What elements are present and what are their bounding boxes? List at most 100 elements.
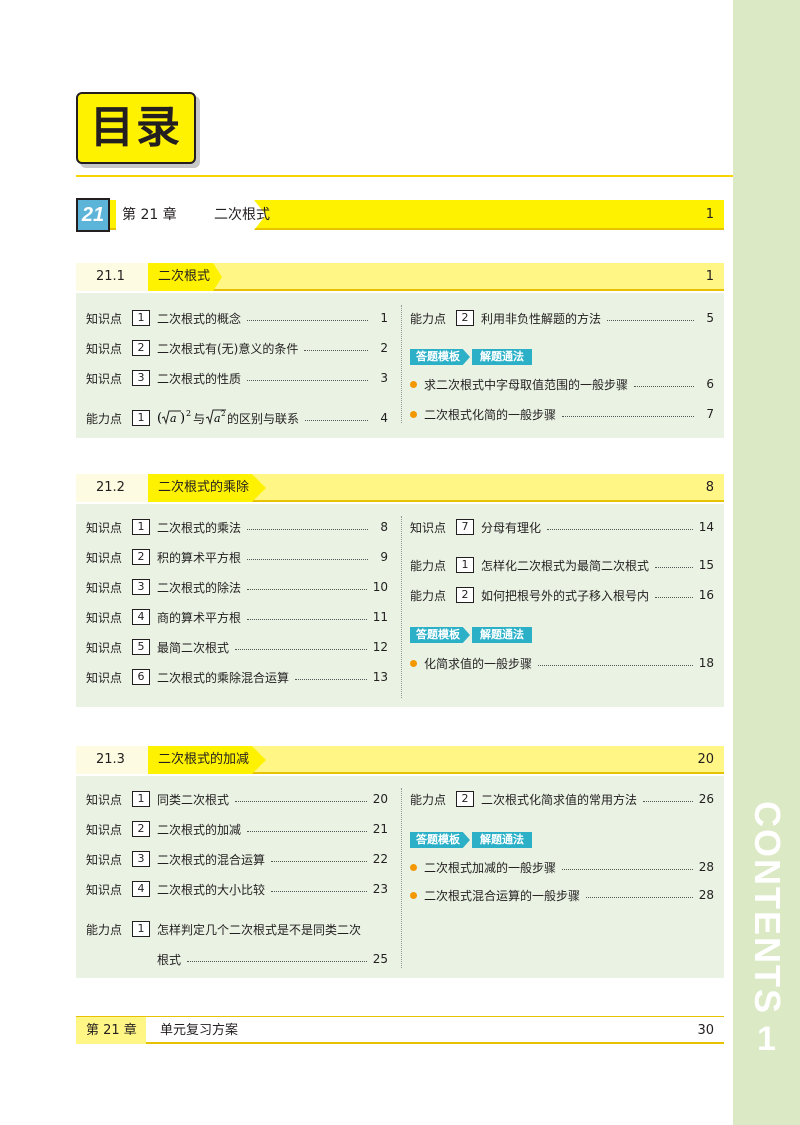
entry-title: 分母有理化: [481, 520, 542, 535]
template-tag: 答题模板 解题通法: [410, 627, 532, 643]
template-tag-b: 解题通法: [472, 627, 532, 643]
leader-dots: [247, 379, 368, 381]
entry-kind: 知识点: [86, 610, 123, 625]
toc-entry[interactable]: 知识点 1 二次根式的概念 1: [86, 309, 388, 327]
toc-entry[interactable]: 知识点 1 同类二次根式 20: [86, 790, 388, 808]
toc-entry[interactable]: 知识点 3 二次根式的除法 10: [86, 578, 388, 596]
toc-entry[interactable]: 知识点 5 最简二次根式 12: [86, 638, 388, 656]
entry-page: 10: [372, 580, 388, 594]
leader-dots: [247, 319, 368, 321]
entry-page: 4: [380, 411, 388, 425]
toc-bullet-entry[interactable]: 二次根式化简的一般步骤 7: [406, 405, 714, 423]
entry-page: 28: [698, 860, 714, 874]
entry-kind: 能力点: [410, 588, 447, 603]
toc-entry[interactable]: 能力点 1 怎样化二次根式为最简二次根式 15: [410, 556, 714, 574]
entry-title: 二次根式化简的一般步骤: [424, 407, 557, 422]
section-body-21-3: 知识点 1 同类二次根式 20 知识点 2 二次根式的加减 21 知识点 3 二…: [76, 776, 724, 978]
leader-dots: [655, 566, 693, 568]
toc-entry[interactable]: 能力点 2 利用非负性解题的方法 5: [410, 309, 714, 327]
toc-entry-continuation[interactable]: 根式 25: [157, 950, 388, 968]
unit-review-page: 30: [697, 1023, 714, 1038]
section-heading-21-1[interactable]: 21.1 二次根式 1: [76, 263, 724, 291]
bullet-icon: [410, 891, 417, 899]
toc-entry[interactable]: 知识点 2 二次根式有(无)意义的条件 2: [86, 339, 388, 357]
chapter-number-badge: 21: [76, 198, 110, 232]
entry-title: 同类二次根式: [157, 792, 230, 807]
leader-dots: [538, 664, 693, 666]
unit-review-name: 单元复习方案: [160, 1023, 239, 1038]
toc-entry[interactable]: 知识点 4 商的算术平方根 11: [86, 608, 388, 626]
sqrt-a-squared-formula: ( a ) 2: [157, 408, 193, 429]
entry-kind: 知识点: [86, 640, 123, 655]
leader-dots: [634, 385, 694, 387]
entry-page: 25: [372, 952, 388, 966]
entry-page: 14: [698, 520, 714, 534]
svg-text:a: a: [170, 412, 177, 425]
entry-kind: 知识点: [86, 852, 123, 867]
entry-page: 22: [372, 852, 388, 866]
entry-kind: 知识点: [86, 341, 123, 356]
toc-entry[interactable]: 知识点 2 二次根式的加减 21: [86, 820, 388, 838]
section-number: 21.2: [76, 474, 148, 502]
entry-kind: 能力点: [410, 792, 447, 807]
entry-number: 1: [456, 557, 474, 573]
svg-text:): ): [180, 411, 185, 426]
entry-number: 1: [132, 410, 150, 426]
leader-dots: [643, 800, 693, 802]
toc-entry[interactable]: 知识点 1 二次根式的乘法 8: [86, 518, 388, 536]
entry-kind: 知识点: [86, 882, 123, 897]
toc-entry[interactable]: 知识点 7 分母有理化 14: [410, 518, 714, 536]
entry-title: 利用非负性解题的方法: [481, 311, 602, 326]
toc-entry[interactable]: 知识点 4 二次根式的大小比较 23: [86, 880, 388, 898]
leader-dots: [247, 558, 368, 560]
entry-kind: 知识点: [86, 580, 123, 595]
leader-dots: [271, 860, 367, 862]
entry-number: 4: [132, 609, 150, 625]
toc-bullet-entry[interactable]: 二次根式混合运算的一般步骤 28: [406, 886, 714, 904]
chapter-heading[interactable]: 21 第 21 章 二次根式 1: [76, 198, 724, 232]
leader-dots: [295, 678, 367, 680]
toc-entry[interactable]: 知识点 3 二次根式的混合运算 22: [86, 850, 388, 868]
entry-title: 求二次根式中字母取值范围的一般步骤: [424, 377, 629, 392]
leader-dots: [607, 319, 694, 321]
entry-kind: 知识点: [86, 371, 123, 386]
entry-page: 6: [706, 377, 714, 391]
entry-title: 最简二次根式: [157, 640, 230, 655]
unit-review-entry[interactable]: 第 21 章 单元复习方案 30: [76, 1016, 724, 1044]
leader-dots: [235, 648, 367, 650]
entry-page: 3: [380, 371, 388, 385]
toc-bullet-entry[interactable]: 求二次根式中字母取值范围的一般步骤 6: [406, 375, 714, 393]
section-page: 8: [705, 480, 714, 495]
entry-page: 13: [372, 670, 388, 684]
toc-bullet-entry[interactable]: 二次根式加减的一般步骤 28: [406, 858, 714, 876]
leader-dots: [271, 890, 367, 892]
sqrt-a2-formula: a 2: [205, 408, 227, 429]
toc-entry[interactable]: 知识点 3 二次根式的性质 3: [86, 369, 388, 387]
entry-page: 18: [698, 656, 714, 670]
entry-page: 7: [706, 407, 714, 421]
entry-page: 15: [698, 558, 714, 572]
toc-entry[interactable]: 能力点 2 如何把根号外的式子移入根号内 16: [410, 586, 714, 604]
entry-kind: 能力点: [410, 311, 447, 326]
entry-title: 二次根式的乘除混合运算: [157, 670, 290, 685]
bullet-icon: [410, 863, 417, 871]
template-tag: 答题模板 解题通法: [410, 832, 532, 848]
template-tag-a: 答题模板: [410, 627, 470, 643]
toc-entry[interactable]: 能力点 2 二次根式化简求值的常用方法 26: [410, 790, 714, 808]
leader-dots: [547, 528, 693, 530]
toc-entry[interactable]: 能力点 1 ( a ) 2 与 a 2 的区别与联系 4: [86, 409, 388, 427]
toc-entry[interactable]: 能力点 1 怎样判定几个二次根式是不是同类二次: [86, 920, 388, 938]
leader-dots: [247, 588, 367, 590]
toc-entry[interactable]: 知识点 2 积的算术平方根 9: [86, 548, 388, 566]
bullet-icon: [410, 410, 417, 418]
entry-title: 与: [193, 411, 206, 426]
entry-title: 二次根式混合运算的一般步骤: [424, 888, 581, 903]
entry-kind: 知识点: [86, 550, 123, 565]
toc-bullet-entry[interactable]: 化简求值的一般步骤 18: [406, 654, 714, 672]
section-heading-21-3[interactable]: 21.3 二次根式的加减 20: [76, 746, 724, 774]
entry-kind: 知识点: [410, 520, 447, 535]
section-heading-21-2[interactable]: 21.2 二次根式的乘除 8: [76, 474, 724, 502]
toc-entry[interactable]: 知识点 6 二次根式的乘除混合运算 13: [86, 668, 388, 686]
entry-title: 二次根式的概念: [157, 311, 242, 326]
svg-text:(: (: [157, 411, 162, 426]
